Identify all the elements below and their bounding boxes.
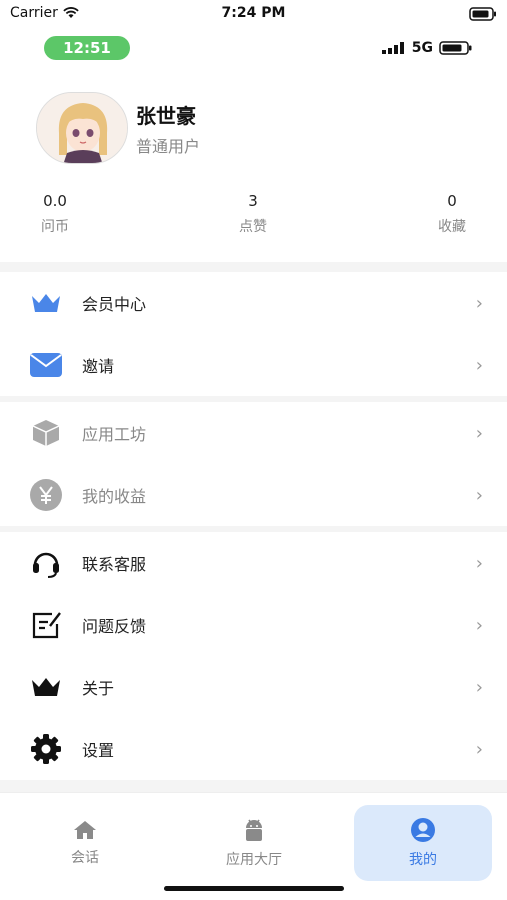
home-indicator: [164, 886, 344, 891]
stat-value: 3: [248, 192, 258, 210]
menu-label: 关于: [82, 679, 115, 698]
chevron-right-icon: ›: [475, 484, 483, 506]
menu-group-support: 联系客服 › 问题反馈 › 关于 › 设置 ›: [0, 532, 507, 780]
status-time: 7:24 PM: [221, 5, 286, 21]
user-name: 张世豪: [136, 103, 196, 128]
stat-value: 0.0: [43, 192, 67, 210]
stat-label: 收藏: [438, 219, 466, 235]
tab-bar: 会话 应用大厅 我的: [0, 792, 507, 900]
menu-item-settings[interactable]: 设置 ›: [0, 718, 507, 780]
home-icon: [74, 821, 96, 839]
menu-item-contact-support[interactable]: 联系客服 ›: [0, 532, 507, 594]
battery-icon: [469, 6, 497, 25]
signal-icon: [381, 42, 404, 54]
menu-label: 问题反馈: [82, 617, 147, 636]
menu-item-my-earnings[interactable]: 我的收益 ›: [0, 464, 507, 526]
inner-status-bar: 12:51 5G: [0, 36, 507, 62]
yen-coin-icon: [28, 477, 64, 513]
inner-status-right: 5G: [381, 40, 473, 56]
tab-chat[interactable]: 会话: [16, 805, 154, 881]
menu-group-membership: 会员中心 › 邀请 ›: [0, 272, 507, 396]
inner-battery-icon: [439, 41, 472, 55]
stat-coins[interactable]: 0.0 问币: [15, 192, 95, 236]
menu-item-feedback[interactable]: 问题反馈 ›: [0, 594, 507, 656]
chevron-right-icon: ›: [475, 354, 483, 376]
menu-label: 邀请: [82, 357, 115, 376]
chevron-right-icon: ›: [475, 292, 483, 314]
menu-group-apps: 应用工坊 › 我的收益 ›: [0, 402, 507, 526]
menu-item-vip-center[interactable]: 会员中心 ›: [0, 272, 507, 334]
stat-label: 点赞: [239, 219, 267, 235]
stat-value: 0: [447, 192, 457, 210]
headset-icon: [28, 545, 64, 581]
crown-icon: [28, 285, 64, 321]
tab-label: 应用大厅: [226, 852, 282, 868]
menu-item-app-workshop[interactable]: 应用工坊 ›: [0, 402, 507, 464]
avatar[interactable]: [36, 92, 128, 164]
cube-icon: [28, 415, 64, 451]
chevron-right-icon: ›: [475, 552, 483, 574]
menu-label: 会员中心: [82, 295, 147, 314]
inner-time-pill: 12:51: [44, 36, 130, 60]
tab-label: 会话: [71, 850, 99, 866]
stat-likes[interactable]: 3 点赞: [213, 192, 293, 236]
stat-favorites[interactable]: 0 收藏: [412, 192, 492, 236]
tab-label: 我的: [409, 852, 437, 868]
menu-label: 联系客服: [82, 555, 147, 574]
section-divider: [0, 262, 507, 272]
chevron-right-icon: ›: [475, 738, 483, 760]
gear-icon: [28, 731, 64, 767]
chevron-right-icon: ›: [475, 676, 483, 698]
user-role: 普通用户: [136, 136, 201, 156]
stats-row: 0.0 问币 3 点赞 0 收藏: [0, 192, 507, 242]
tab-mine[interactable]: 我的: [354, 805, 492, 881]
android-icon: [246, 819, 262, 841]
chevron-right-icon: ›: [475, 422, 483, 444]
network-label: 5G: [411, 40, 433, 56]
menu-item-invite[interactable]: 邀请 ›: [0, 334, 507, 396]
user-circle-icon: [411, 818, 435, 842]
status-bar: Carrier 7:24 PM: [0, 0, 507, 28]
crown-icon: [28, 669, 64, 705]
chevron-right-icon: ›: [475, 614, 483, 636]
menu-item-about[interactable]: 关于 ›: [0, 656, 507, 718]
profile-header[interactable]: 张世豪 普通用户: [36, 92, 200, 164]
edit-note-icon: [28, 607, 64, 643]
tab-app-hall[interactable]: 应用大厅: [185, 805, 323, 881]
menu-label: 设置: [82, 741, 115, 760]
stat-label: 问币: [41, 219, 69, 235]
envelope-icon: [28, 347, 64, 383]
menu-label: 我的收益: [82, 487, 147, 506]
section-divider: [0, 780, 507, 792]
menu-label: 应用工坊: [82, 425, 147, 444]
